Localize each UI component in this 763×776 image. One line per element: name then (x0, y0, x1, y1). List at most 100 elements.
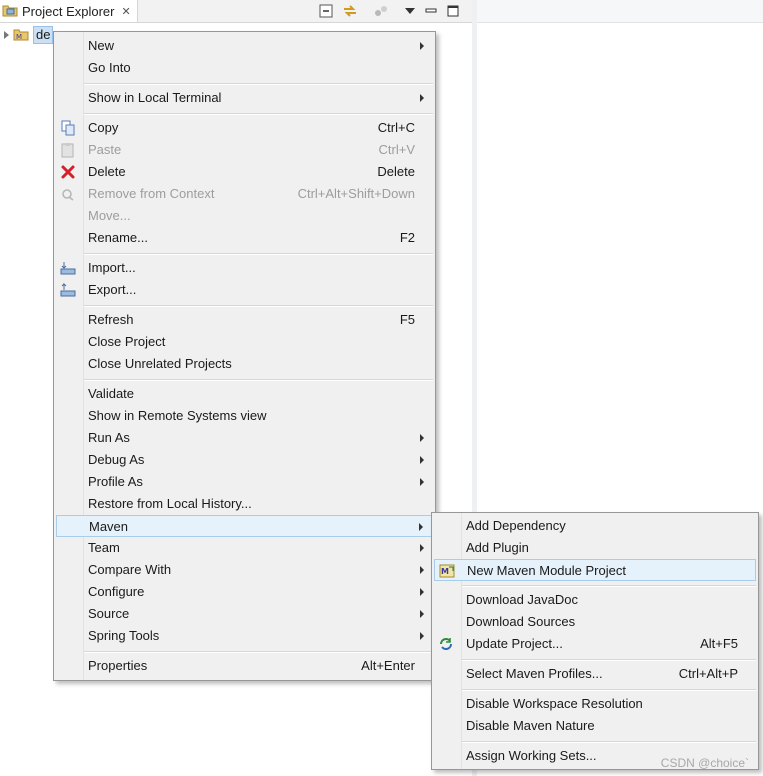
context-menu-item-label: Run As (88, 430, 130, 445)
shortcut-label: Ctrl+Alt+Shift+Down (297, 186, 415, 201)
maven-menu-item-label: Download Sources (466, 614, 576, 629)
context-menu-item-show-in-local-terminal[interactable]: Show in Local Terminal (56, 87, 433, 109)
import-icon (60, 260, 76, 276)
svg-text:M: M (16, 33, 22, 41)
maven-menu-item-add-plugin[interactable]: Add Plugin (434, 537, 756, 559)
menu-separator (84, 83, 433, 85)
shortcut-label: Delete (377, 164, 415, 179)
context-menu-item-debug-as[interactable]: Debug As (56, 449, 433, 471)
context-menu-item-label: Show in Local Terminal (88, 90, 222, 105)
context-menu-item-remove-from-context: Remove from Context Ctrl+Alt+Shift+Down (56, 183, 433, 205)
context-menu-item-profile-as[interactable]: Profile As (56, 471, 433, 493)
context-menu-item-label: Paste (88, 142, 122, 157)
context-menu-item-go-into[interactable]: Go Into (56, 57, 433, 79)
maven-project-icon: M (13, 26, 29, 45)
menu-separator (462, 741, 756, 743)
maven-menu-item-disable-maven-nature[interactable]: Disable Maven Nature (434, 715, 756, 737)
shortcut-label: Ctrl+V (378, 142, 415, 157)
maven-menu-item-select-maven-profiles[interactable]: Select Maven Profiles... Ctrl+Alt+P (434, 663, 756, 685)
project-name[interactable]: de (33, 26, 54, 44)
context-menu-item-rename[interactable]: Rename... F2 (56, 227, 433, 249)
minimize-icon[interactable] (423, 3, 439, 19)
context-menu-item-import[interactable]: Import... (56, 257, 433, 279)
context-menu-item-close-project[interactable]: Close Project (56, 331, 433, 353)
maven-menu-item-label: Add Plugin (466, 540, 529, 555)
tab-project-explorer[interactable]: Project Explorer ✕ (0, 0, 138, 22)
context-menu-item-maven[interactable]: Maven (56, 515, 433, 537)
update-project-icon (438, 636, 454, 652)
context-menu-item-label: Source (88, 606, 130, 621)
context-menu-item-close-unrelated-projects[interactable]: Close Unrelated Projects (56, 353, 433, 375)
maven-menu-item-label: Download JavaDoc (466, 592, 579, 607)
context-menu-item-label: Show in Remote Systems view (88, 408, 267, 423)
context-menu-item-label: Copy (88, 120, 119, 135)
context-menu-item-label: Configure (88, 584, 145, 599)
tab-title: Project Explorer (22, 3, 115, 19)
menu-separator (84, 113, 433, 115)
shortcut-label: Alt+Enter (361, 658, 415, 673)
context-menu-item-copy[interactable]: Copy Ctrl+C (56, 117, 433, 139)
filter-icon[interactable] (373, 3, 389, 19)
context-menu-item-new[interactable]: New (56, 35, 433, 57)
context-menu-item-run-as[interactable]: Run As (56, 427, 433, 449)
context-menu-item-label: Import... (88, 260, 136, 275)
maven-submenu: Add Dependency Add Plugin M New Maven Modul… (431, 512, 759, 770)
context-menu-item-team[interactable]: Team (56, 537, 433, 559)
context-menu-item-label: Remove from Context (88, 186, 215, 201)
submenu-arrow-icon (420, 456, 424, 464)
context-menu-item-source[interactable]: Source (56, 603, 433, 625)
context-menu-item-label: Rename... (88, 230, 148, 245)
submenu-arrow-icon (420, 544, 424, 552)
maven-menu-item-label: New Maven Module Project (467, 563, 626, 578)
maven-module-icon: M (439, 563, 455, 579)
submenu-arrow-icon (420, 632, 424, 640)
context-menu-item-show-in-remote-systems-view[interactable]: Show in Remote Systems view (56, 405, 433, 427)
context-menu-item-compare-with[interactable]: Compare With (56, 559, 433, 581)
context-menu-item-configure[interactable]: Configure (56, 581, 433, 603)
maven-menu-item-label: Disable Workspace Resolution (466, 696, 643, 711)
maven-menu-item-download-sources[interactable]: Download Sources (434, 611, 756, 633)
svg-text:M: M (441, 567, 449, 576)
context-menu-item-refresh[interactable]: Refresh F5 (56, 309, 433, 331)
shortcut-label: Ctrl+Alt+P (678, 666, 738, 681)
maven-menu-item-add-dependency[interactable]: Add Dependency (434, 515, 756, 537)
context-menu-item-label: Go Into (88, 60, 131, 75)
context-menu-item-label: Move... (88, 208, 131, 223)
context-menu-item-validate[interactable]: Validate (56, 383, 433, 405)
context-menu-item-label: Debug As (88, 452, 145, 467)
paste-icon (60, 142, 76, 158)
maven-menu-item-label: Update Project... (466, 636, 563, 651)
view-menu-icon[interactable] (402, 3, 418, 19)
context-menu-item-properties[interactable]: Properties Alt+Enter (56, 655, 433, 677)
submenu-arrow-icon (420, 566, 424, 574)
editor-tab-strip (477, 0, 763, 23)
submenu-arrow-icon (420, 610, 424, 618)
expand-arrow-icon[interactable] (4, 31, 9, 39)
menu-separator (84, 305, 433, 307)
maven-menu-item-download-javadoc[interactable]: Download JavaDoc (434, 589, 756, 611)
context-menu-item-paste: Paste Ctrl+V (56, 139, 433, 161)
context-menu-item-spring-tools[interactable]: Spring Tools (56, 625, 433, 647)
context-menu-item-export[interactable]: Export... (56, 279, 433, 301)
tree-row-project[interactable]: M de (4, 26, 54, 45)
shortcut-label: F5 (399, 312, 415, 327)
maven-menu-item-new-maven-module-project[interactable]: M New Maven Module Project (434, 559, 756, 581)
context-menu-item-restore-from-local-history[interactable]: Restore from Local History... (56, 493, 433, 515)
context-menu-item-move: Move... (56, 205, 433, 227)
context-menu-item-label: Profile As (88, 474, 143, 489)
maven-menu-item-update-project[interactable]: Update Project... Alt+F5 (434, 633, 756, 655)
context-menu-item-label: Close Project (88, 334, 166, 349)
context-menu-item-label: Compare With (88, 562, 172, 577)
close-icon[interactable]: ✕ (121, 5, 130, 18)
collapse-all-icon[interactable] (318, 3, 334, 19)
maven-menu-item-disable-workspace-resolution[interactable]: Disable Workspace Resolution (434, 693, 756, 715)
menu-separator (84, 379, 433, 381)
link-with-editor-icon[interactable] (342, 3, 358, 19)
menu-separator (84, 253, 433, 255)
context-menu-item-delete[interactable]: Delete Delete (56, 161, 433, 183)
context-menu-item-label: Export... (88, 282, 137, 297)
maximize-icon[interactable] (445, 3, 461, 19)
context-menu-item-label: New (88, 38, 115, 53)
context-menu-item-label: Delete (88, 164, 126, 179)
project-explorer-icon (2, 2, 18, 21)
